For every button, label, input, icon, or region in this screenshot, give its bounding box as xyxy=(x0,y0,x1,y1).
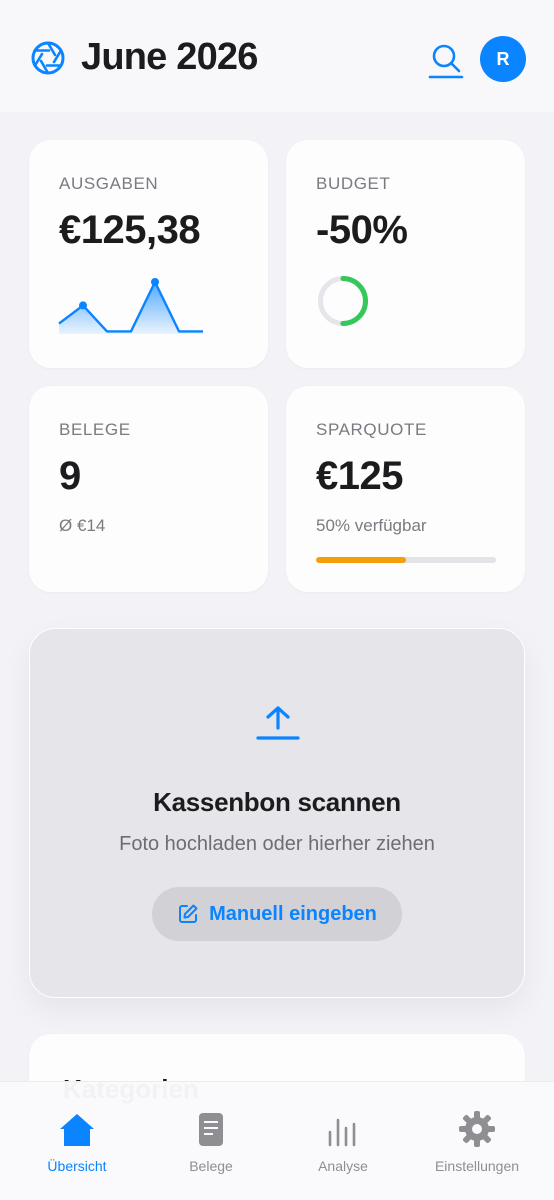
sparkline-point xyxy=(79,301,87,310)
stat-subtext: 50% verfügbar xyxy=(316,516,427,535)
app-header: June 2026 R xyxy=(0,0,554,112)
stat-card-sparquote[interactable]: SPARQUOTE €125 50% verfügbar xyxy=(286,386,525,592)
search-icon[interactable] xyxy=(428,42,464,80)
gear-icon xyxy=(459,1111,495,1147)
tab-belege[interactable]: Belege xyxy=(142,1082,280,1200)
stat-value: €125,38 xyxy=(59,208,201,252)
chart-icon xyxy=(328,1118,356,1147)
sparkline-point xyxy=(151,278,159,286)
tab-label: Einstellungen xyxy=(434,1158,520,1174)
spending-sparkline xyxy=(58,278,203,334)
edit-icon xyxy=(179,904,198,923)
tab-label: Belege xyxy=(189,1158,233,1174)
page-title: June 2026 xyxy=(81,36,258,78)
savings-progress-bar xyxy=(316,557,496,563)
manual-entry-button[interactable]: Manuell eingeben xyxy=(152,887,402,941)
upload-icon xyxy=(256,706,300,740)
stat-card-belege[interactable]: BELEGE 9 Ø €14 xyxy=(29,386,268,592)
document-icon xyxy=(199,1113,223,1146)
stat-label: SPARQUOTE xyxy=(316,420,427,439)
aperture-icon xyxy=(31,41,65,75)
tab-uebersicht[interactable]: Übersicht xyxy=(8,1082,146,1200)
tab-bar: Übersicht Belege Analyse Einstellungen xyxy=(0,1081,554,1200)
tab-label: Übersicht xyxy=(47,1158,107,1174)
scan-title: Kassenbon scannen xyxy=(153,787,401,817)
stat-value: -50% xyxy=(316,208,408,252)
stat-card-budget[interactable]: BUDGET -50% xyxy=(286,140,525,368)
stat-card-ausgaben[interactable]: AUSGABEN €125,38 xyxy=(29,140,268,368)
avatar[interactable]: R xyxy=(480,36,526,82)
stat-subtext: Ø €14 xyxy=(59,516,106,535)
tab-label: Analyse xyxy=(318,1158,368,1174)
home-icon xyxy=(60,1114,94,1146)
tab-analyse[interactable]: Analyse xyxy=(274,1082,412,1200)
manual-entry-label: Manuell eingeben xyxy=(209,902,377,925)
stat-value: €125 xyxy=(316,454,403,498)
stat-label: AUSGABEN xyxy=(59,174,159,193)
receipt-scan-dropzone[interactable]: Kassenbon scannen Foto hochladen oder hi… xyxy=(29,628,525,998)
stat-label: BUDGET xyxy=(316,174,391,193)
stat-value: 9 xyxy=(59,454,81,498)
budget-progress-ring xyxy=(318,276,368,326)
savings-progress-fill xyxy=(316,557,406,563)
tab-einstellungen[interactable]: Einstellungen xyxy=(408,1082,546,1200)
stat-label: BELEGE xyxy=(59,420,131,439)
scan-subtitle: Foto hochladen oder hierher ziehen xyxy=(119,833,435,855)
